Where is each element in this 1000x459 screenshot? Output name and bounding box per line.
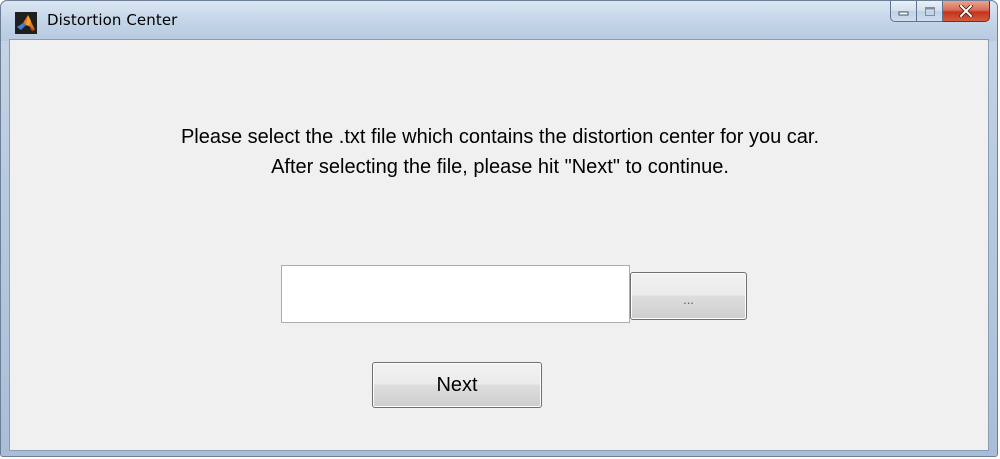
file-path-input[interactable]: [281, 265, 630, 323]
minimize-button[interactable]: [890, 1, 917, 22]
caption-buttons: [890, 1, 990, 23]
matlab-logo-icon: [15, 12, 37, 34]
close-button[interactable]: [943, 1, 990, 22]
browse-button[interactable]: ...: [630, 272, 747, 320]
instruction-line-1: Please select the .txt file which contai…: [180, 126, 820, 148]
window-title: Distortion Center: [47, 11, 178, 29]
title-bar[interactable]: Distortion Center: [1, 1, 997, 41]
minimize-icon: [898, 11, 908, 16]
next-button[interactable]: Next: [372, 362, 542, 408]
dialog-content: Please select the .txt file which contai…: [9, 39, 989, 451]
maximize-icon: [924, 6, 935, 16]
close-icon: [959, 5, 973, 17]
instructions: Please select the .txt file which contai…: [10, 122, 990, 182]
instruction-line-2: After selecting the file, please hit "Ne…: [271, 156, 729, 178]
dialog-window: Distortion Center Please select the .txt…: [0, 0, 998, 457]
maximize-button[interactable]: [917, 1, 943, 22]
